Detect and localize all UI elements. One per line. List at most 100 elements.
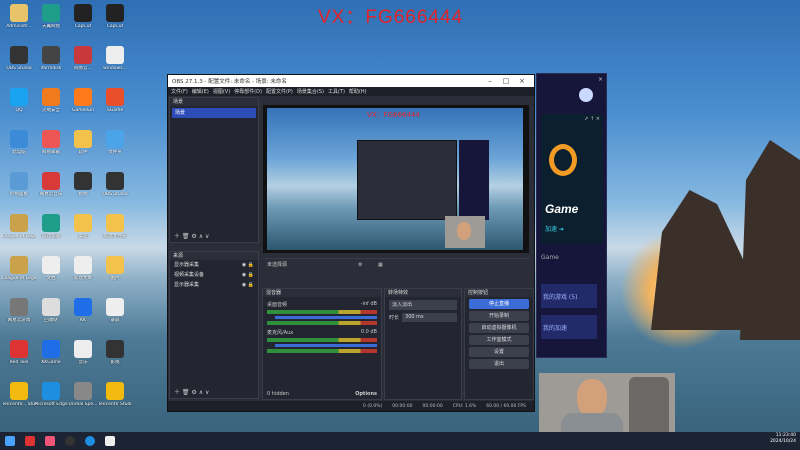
app-icon bbox=[74, 46, 92, 64]
desktop-icon[interactable]: 控制面板 bbox=[2, 172, 36, 210]
desktop-icon[interactable]: 网易云游戏 bbox=[2, 298, 36, 336]
game-banner[interactable]: ➚ ↑ × Game 加速 ➜ bbox=[541, 114, 603, 244]
control-button[interactable]: 停止直播 bbox=[469, 299, 529, 309]
desktop-icon[interactable]: KK bbox=[66, 298, 100, 336]
menu-item[interactable]: 停靠部件(D) bbox=[234, 88, 262, 95]
desktop-icon[interactable]: windows... bbox=[98, 46, 132, 84]
obs-taskbar-icon[interactable] bbox=[65, 436, 75, 446]
game-item-my-games[interactable]: 我的游戏 (5) bbox=[541, 284, 597, 308]
desktop-icon[interactable]: 桌面 bbox=[66, 214, 100, 252]
minimize-icon[interactable]: – bbox=[482, 77, 498, 85]
desktop-icon[interactable]: 网易云音乐 bbox=[34, 172, 68, 210]
menu-item[interactable]: 配置文件(P) bbox=[266, 88, 293, 95]
desktop-icon-label: CapCut bbox=[106, 24, 124, 29]
close-icon[interactable]: × bbox=[598, 76, 603, 83]
gear-icon[interactable]: ⚙ bbox=[358, 259, 362, 271]
maximize-icon[interactable]: □ bbox=[498, 77, 514, 85]
volume-slider[interactable] bbox=[275, 316, 377, 319]
desktop-icon[interactable]: CapCut bbox=[98, 4, 132, 42]
menu-item[interactable]: 场景集合(S) bbox=[297, 88, 324, 95]
system-tray[interactable]: 11:23:40 2024/10/24 bbox=[770, 433, 796, 445]
source-item[interactable]: 显示器采集 ◉ 🔒 bbox=[170, 260, 258, 270]
app-icon bbox=[74, 214, 92, 232]
control-button[interactable]: 工作室模式 bbox=[469, 335, 529, 345]
transition-select[interactable]: 淡入淡出 bbox=[389, 300, 457, 310]
eye-lock-icon[interactable]: ◉ 🔒 bbox=[242, 260, 254, 270]
close-icon[interactable]: × bbox=[514, 77, 530, 85]
desktop-icon[interactable]: 影视 bbox=[98, 340, 132, 378]
desktop-icon[interactable]: CapCut bbox=[66, 4, 100, 42]
desktop-icon[interactable]: 新建文件夹 bbox=[98, 214, 132, 252]
scenes-toolbar: ＋ 🗑 ⚙ ∧ ∨ bbox=[174, 233, 210, 240]
obs-preview[interactable]: VX：FG666444 bbox=[263, 105, 529, 253]
mixer-footer: 0 hidden Options bbox=[267, 391, 377, 397]
desktop-icon[interactable]: OBS Studio bbox=[2, 46, 36, 84]
game-app-icon[interactable] bbox=[579, 88, 593, 102]
source-item[interactable]: 视频采集设备 ◉ 🔒 bbox=[170, 270, 258, 280]
desktop-icon[interactable]: SGame bbox=[98, 88, 132, 126]
eye-lock-icon[interactable]: ◉ 🔒 bbox=[242, 280, 254, 290]
desktop-icon[interactable]: 天翼网盘 bbox=[34, 4, 68, 42]
desktop-icon[interactable]: League of Legends bbox=[2, 256, 36, 294]
scene-item-selected[interactable]: 场景 bbox=[172, 108, 256, 118]
desktop-icon[interactable]: 录屏 bbox=[98, 298, 132, 336]
desktop-icon[interactable]: 图片 bbox=[98, 256, 132, 294]
source-label: 显示器采集 bbox=[174, 282, 200, 288]
app-icon bbox=[106, 4, 124, 22]
desktop-icon[interactable]: Red Tool bbox=[2, 340, 36, 378]
desktop-icon[interactable]: 此电脑 bbox=[2, 130, 36, 168]
app-icon bbox=[106, 256, 124, 274]
obs-window[interactable]: OBS 27.1.3 - 配置文件: 未命名 - 场景: 未命名 – □ × 文… bbox=[167, 74, 535, 412]
desktop-icon[interactable]: Unreal Spe... bbox=[66, 382, 100, 420]
desktop-icon[interactable]: 游戏加速 bbox=[34, 214, 68, 252]
desktop-icon[interactable]: 软件 bbox=[66, 130, 100, 168]
control-button[interactable]: 退出 bbox=[469, 359, 529, 369]
game-app-window[interactable]: × ➚ ↑ × Game 加速 ➜ Game 我的游戏 (5) 我的加速 bbox=[536, 73, 607, 358]
desktop-icon[interactable]: 火绒安全 bbox=[34, 88, 68, 126]
obs-titlebar[interactable]: OBS 27.1.3 - 配置文件: 未命名 - 场景: 未命名 – □ × bbox=[168, 75, 534, 87]
control-button[interactable]: 启动虚拟摄像机 bbox=[469, 323, 529, 333]
app-icon bbox=[74, 298, 92, 316]
desktop-icon[interactable]: OBS Studio bbox=[98, 172, 132, 210]
desktop-icon[interactable]: TencentV... Studio ... bbox=[2, 382, 36, 420]
desktop-icon[interactable]: QQ bbox=[2, 88, 36, 126]
duration-input[interactable]: 300 ms bbox=[402, 313, 457, 322]
source-item[interactable]: 显示器采集 ◉ 🔒 bbox=[170, 280, 258, 290]
menu-item[interactable]: 视图(V) bbox=[213, 88, 230, 95]
desktop-icon[interactable]: Microsoft Edge bbox=[34, 382, 68, 420]
desktop-icon[interactable]: 文档 bbox=[34, 256, 68, 294]
start-icon[interactable] bbox=[5, 436, 15, 446]
control-button[interactable]: 开始录制 bbox=[469, 311, 529, 321]
desktop-icon[interactable]: 新建文本 bbox=[66, 256, 100, 294]
desktop-icon[interactable]: 音乐 bbox=[66, 340, 100, 378]
options-button[interactable]: Options bbox=[355, 391, 377, 397]
taskbar-app-icon[interactable] bbox=[45, 436, 55, 446]
desktop-icon[interactable]: 网易云... bbox=[66, 46, 100, 84]
edge-taskbar-icon[interactable] bbox=[85, 436, 95, 446]
desktop-icon[interactable]: 文件夹 bbox=[98, 130, 132, 168]
desktop-icon-label: TencentV Studio bbox=[98, 402, 132, 407]
game-item-my-boost[interactable]: 我的加速 bbox=[541, 315, 597, 339]
volume-meter bbox=[267, 338, 377, 342]
control-button[interactable]: 设置 bbox=[469, 347, 529, 357]
menu-item[interactable]: 帮助(H) bbox=[349, 88, 367, 95]
desktop-icon[interactable]: League of Legends bbox=[2, 214, 36, 252]
desktop-icon[interactable]: KKGame bbox=[34, 340, 68, 378]
taskbar-app-icon[interactable] bbox=[25, 436, 35, 446]
desktop-icon[interactable]: 视频 bbox=[66, 172, 100, 210]
eye-lock-icon[interactable]: ◉ 🔒 bbox=[242, 270, 254, 280]
filter-icon[interactable]: ▦ bbox=[378, 259, 383, 271]
desktop-icon[interactable]: 网易邮箱 bbox=[34, 130, 68, 168]
menu-item[interactable]: 文件(F) bbox=[171, 88, 188, 95]
menu-item[interactable]: 工具(T) bbox=[328, 88, 345, 95]
taskbar-app-icon[interactable] bbox=[105, 436, 115, 446]
menu-item[interactable]: 编辑(E) bbox=[192, 88, 209, 95]
desktop-icon[interactable]: TencentV Studio bbox=[98, 382, 132, 420]
banner-sub[interactable]: 加速 ➜ bbox=[545, 224, 564, 233]
desktop-icon[interactable]: Administr... bbox=[2, 4, 36, 42]
desktop-icon[interactable]: ifarmdisk bbox=[34, 46, 68, 84]
preview-nested-obs bbox=[357, 140, 457, 220]
volume-slider[interactable] bbox=[275, 344, 377, 347]
desktop-icon[interactable]: GameRun bbox=[66, 88, 100, 126]
desktop-icon[interactable]: 回收站 bbox=[34, 298, 68, 336]
